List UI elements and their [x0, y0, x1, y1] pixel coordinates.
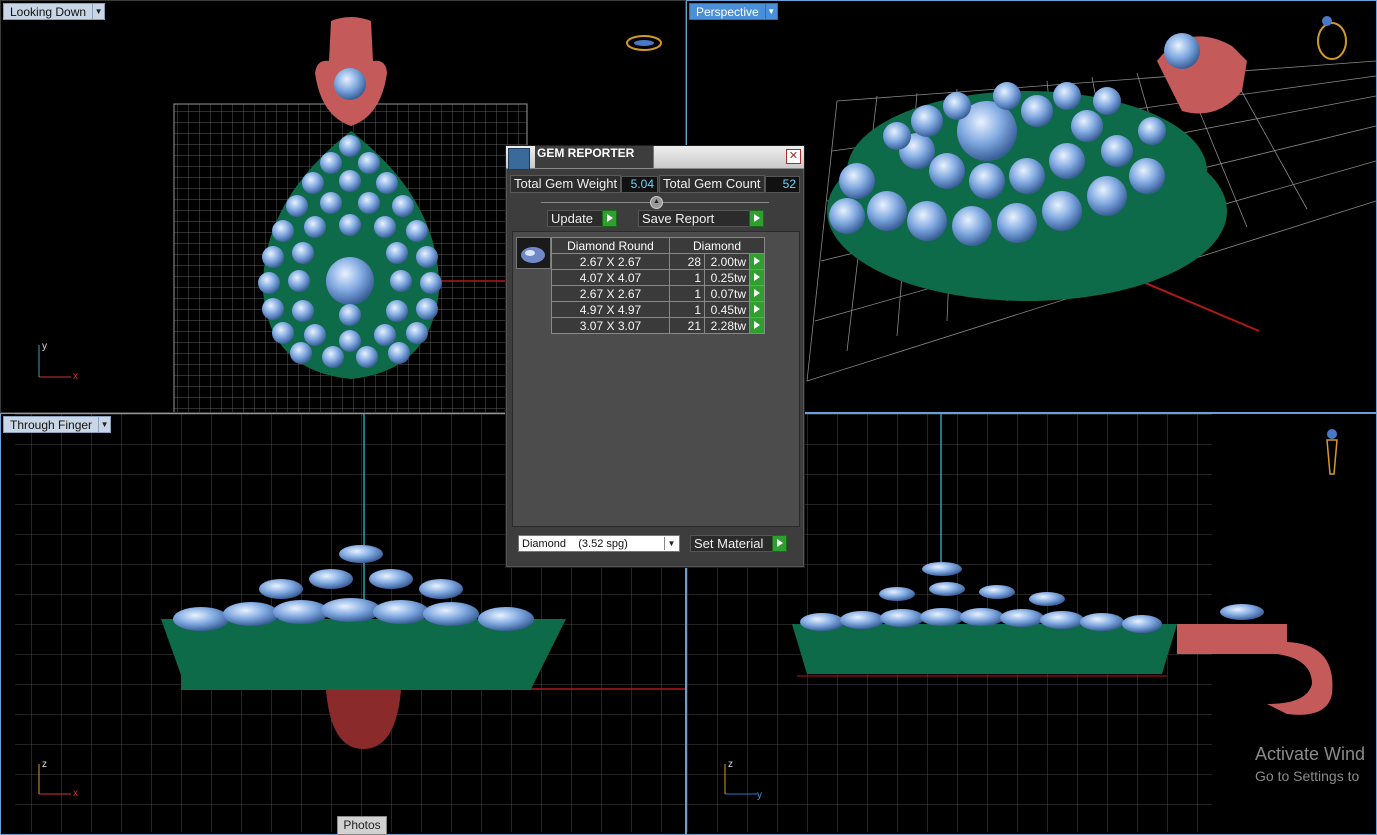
- gem-count: 28: [669, 253, 705, 270]
- axis-label-z: z: [728, 759, 733, 770]
- viewport-label-looking-down[interactable]: Looking Down ▼: [3, 3, 106, 20]
- gem-size: 4.97 X 4.97: [551, 301, 670, 318]
- gem-count: 1: [669, 301, 705, 318]
- chevron-down-icon[interactable]: ▼: [664, 537, 678, 550]
- play-arrow-icon[interactable]: [749, 253, 765, 270]
- watermark-line2: Go to Settings to: [1255, 768, 1360, 784]
- gem-thumbnail: [516, 237, 551, 269]
- total-gem-weight-value: 5.04: [621, 176, 658, 193]
- gem-size: 3.07 X 3.07: [551, 317, 670, 334]
- axis-label-y: y: [42, 341, 47, 352]
- table-row[interactable]: 3.07 X 3.07 21 2.28tw: [551, 317, 765, 334]
- set-material-button[interactable]: Set Material: [690, 535, 787, 552]
- axis-label-z: z: [42, 759, 47, 770]
- material-select[interactable]: Diamond (3.52 spg) ▼: [518, 535, 680, 552]
- gem-count: 1: [669, 269, 705, 286]
- table-row[interactable]: 2.67 X 2.67 28 2.00tw: [551, 253, 765, 270]
- gem-weight: 0.07tw: [704, 285, 750, 302]
- play-arrow-icon: [749, 210, 764, 227]
- total-gem-count-value: 52: [765, 176, 800, 193]
- axis-label-y: y: [757, 790, 762, 801]
- chevron-down-icon[interactable]: ▼: [99, 416, 112, 433]
- viewport-label-through-finger[interactable]: Through Finger ▼: [3, 416, 112, 433]
- gem-list-panel[interactable]: Diamond Round Diamond 2.67 X 2.67 28 2.0…: [512, 231, 800, 527]
- table-row[interactable]: 2.67 X 2.67 1 0.07tw: [551, 285, 765, 302]
- play-arrow-icon: [772, 535, 787, 552]
- material-select-value: Diamond (3.52 spg): [522, 538, 628, 550]
- gem-weight: 0.25tw: [704, 269, 750, 286]
- chevron-down-icon[interactable]: ▼: [765, 3, 778, 20]
- play-arrow-icon[interactable]: [749, 269, 765, 286]
- gem-size: 2.67 X 2.67: [551, 253, 670, 270]
- gem-reporter-icon: [508, 148, 530, 170]
- table-row[interactable]: 4.97 X 4.97 1 0.45tw: [551, 301, 765, 318]
- save-report-button[interactable]: Save Report: [638, 210, 764, 227]
- column-header-shape: Diamond Round: [551, 237, 670, 254]
- gem-count: 1: [669, 285, 705, 302]
- play-arrow-icon[interactable]: [749, 317, 765, 334]
- viewport-label-perspective[interactable]: Perspective ▼: [689, 3, 778, 20]
- viewport-label-text: Perspective: [689, 3, 766, 20]
- gem-weight: 0.45tw: [704, 301, 750, 318]
- update-button-label: Update: [551, 211, 593, 226]
- close-icon[interactable]: ✕: [786, 149, 801, 164]
- dialog-titlebar[interactable]: GEM REPORTER ✕: [506, 146, 804, 170]
- collapse-icon[interactable]: ▲: [650, 196, 663, 209]
- photos-tab[interactable]: Photos: [337, 816, 387, 835]
- activate-windows-watermark: Activate Wind Go to Settings to: [1255, 744, 1365, 784]
- gem-weight: 2.28tw: [704, 317, 750, 334]
- watermark-line1: Activate Wind: [1255, 744, 1366, 764]
- gem-reporter-dialog[interactable]: GEM REPORTER ✕ Total Gem Weight 5.04 Tot…: [505, 145, 805, 568]
- viewport-label-text: Looking Down: [3, 3, 94, 20]
- total-gem-weight-label: Total Gem Weight: [510, 175, 622, 193]
- axis-label-x: x: [73, 371, 78, 382]
- dialog-title: GEM REPORTER: [535, 146, 654, 168]
- table-row[interactable]: 4.07 X 4.07 1 0.25tw: [551, 269, 765, 286]
- play-arrow-icon[interactable]: [749, 285, 765, 302]
- set-material-button-label: Set Material: [694, 536, 764, 551]
- play-arrow-icon: [602, 210, 617, 227]
- update-button[interactable]: Update: [547, 210, 617, 227]
- gem-size: 2.67 X 2.67: [551, 285, 670, 302]
- play-arrow-icon[interactable]: [749, 301, 765, 318]
- gem-size: 4.07 X 4.07: [551, 269, 670, 286]
- axis-label-x: x: [73, 788, 78, 799]
- save-report-button-label: Save Report: [642, 211, 715, 226]
- chevron-down-icon[interactable]: ▼: [93, 3, 106, 20]
- gem-weight: 2.00tw: [704, 253, 750, 270]
- total-gem-count-label: Total Gem Count: [659, 175, 765, 193]
- column-header-material: Diamond: [669, 237, 765, 254]
- gem-table: Diamond Round Diamond 2.67 X 2.67 28 2.0…: [551, 237, 765, 334]
- viewport-label-text: Through Finger: [3, 416, 100, 433]
- gem-count: 21: [669, 317, 705, 334]
